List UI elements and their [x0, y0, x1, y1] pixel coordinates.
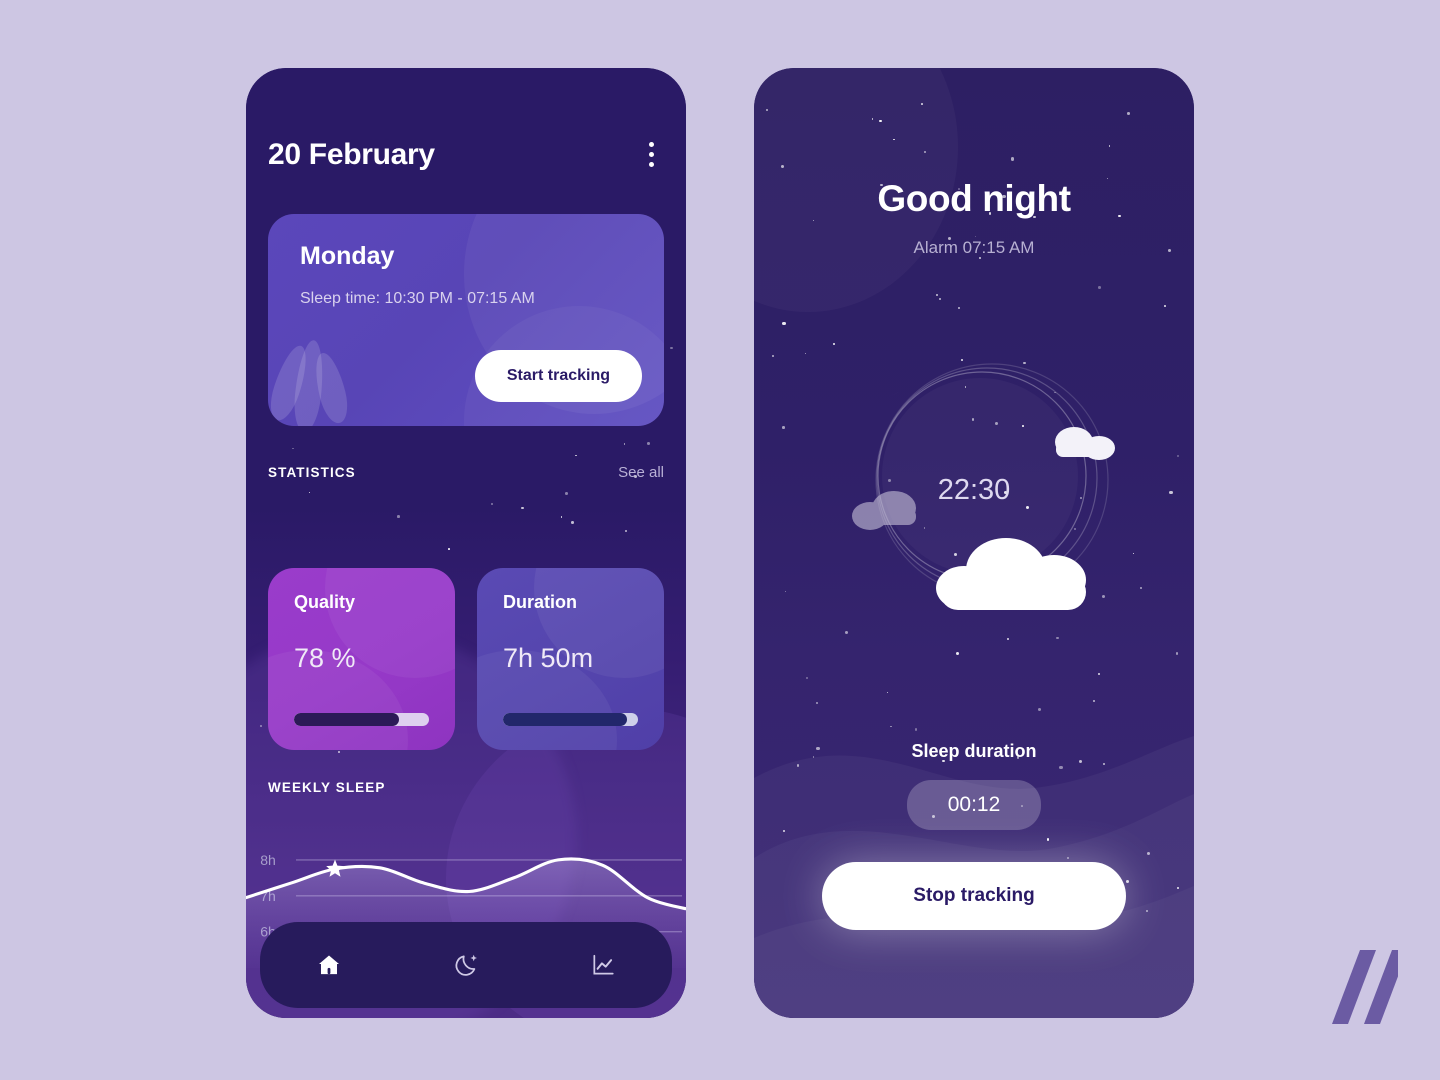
star: [890, 725, 892, 728]
star: [782, 321, 786, 325]
star: [893, 138, 895, 141]
star: [647, 442, 650, 445]
duration-progress-bar: [503, 713, 638, 726]
star: [939, 298, 941, 300]
sleep-duration-value: 00:12: [907, 780, 1041, 830]
current-time: 22:30: [937, 474, 1011, 506]
star: [571, 521, 574, 524]
home-icon: [318, 955, 339, 975]
quality-progress-bar: [294, 713, 429, 726]
star: [1098, 286, 1101, 289]
moon-sparkle-icon: [455, 954, 477, 976]
star: [1046, 838, 1049, 841]
alarm-text: Alarm 07:15 AM: [913, 238, 1035, 257]
star: [448, 548, 450, 550]
star: [1127, 112, 1130, 116]
sleep-duration-label: Sleep duration: [911, 741, 1037, 761]
stat-value: 78 %: [294, 643, 356, 673]
statistics-header: STATISTICS See all: [268, 464, 664, 481]
star: [782, 830, 785, 833]
star: [1066, 856, 1069, 859]
star: [521, 506, 524, 510]
progress-fill: [294, 713, 400, 726]
double-slash-logo: [1332, 950, 1398, 1024]
stat-value: 7h 50m: [503, 643, 594, 673]
statistics-title: STATISTICS: [268, 465, 356, 480]
star: [832, 342, 835, 345]
sleep-time-text: Sleep time: 10:30 PM - 07:15 AM: [300, 290, 535, 307]
more-vertical-icon[interactable]: [639, 136, 664, 173]
stop-tracking-button[interactable]: Stop tracking: [822, 862, 1126, 930]
cloud-small-right: [1055, 427, 1115, 460]
star: [796, 764, 799, 767]
star: [1164, 305, 1166, 307]
star: [879, 119, 882, 123]
phone-night-screen: Good night Alarm 07:15 AM 22:30 Sleep du…: [754, 68, 1194, 1018]
star: [397, 515, 400, 518]
svg-text:8h: 8h: [260, 852, 276, 868]
night-greeting: Good night: [877, 178, 1071, 219]
nav-item-sleep[interactable]: [436, 937, 496, 993]
star: [921, 103, 923, 105]
statistics-cards: Quality 78 % Duration 7h 50m: [268, 568, 664, 750]
weekly-sleep-title: WEEKLY SLEEP: [268, 780, 386, 795]
bottom-navigation: [260, 922, 672, 1008]
star: [260, 725, 262, 727]
weekly-sleep-header: WEEKLY SLEEP: [268, 780, 664, 795]
page-title: 20 February: [268, 137, 435, 171]
see-all-link[interactable]: See all: [618, 464, 664, 481]
stat-card-quality[interactable]: Quality 78 %: [268, 568, 455, 750]
star: [623, 443, 626, 445]
stat-card-duration[interactable]: Duration 7h 50m: [477, 568, 664, 750]
star: [491, 502, 494, 505]
nav-item-home[interactable]: [299, 937, 359, 993]
star: [1108, 145, 1110, 147]
stat-label: Quality: [294, 592, 356, 612]
progress-fill: [503, 713, 628, 726]
stat-label: Duration: [503, 592, 577, 612]
nav-item-stats[interactable]: [573, 937, 633, 993]
star: [957, 306, 960, 309]
star: [1175, 652, 1179, 655]
day-name: Monday: [300, 242, 395, 270]
star: [1037, 708, 1041, 712]
start-tracking-button[interactable]: Start tracking: [474, 350, 642, 402]
star: [871, 118, 873, 120]
phone-home-screen: 20 February Monday Sleep time: 10:30 PM …: [246, 68, 686, 1018]
star: [974, 235, 976, 238]
moon-illustration: 22:30: [754, 348, 1194, 648]
star: [292, 447, 294, 450]
day-card: Monday Sleep time: 10:30 PM - 07:15 AM S…: [268, 214, 664, 426]
line-chart-icon: [593, 954, 614, 975]
home-header: 20 February: [268, 136, 664, 173]
chart-star-marker-icon: [326, 859, 344, 877]
